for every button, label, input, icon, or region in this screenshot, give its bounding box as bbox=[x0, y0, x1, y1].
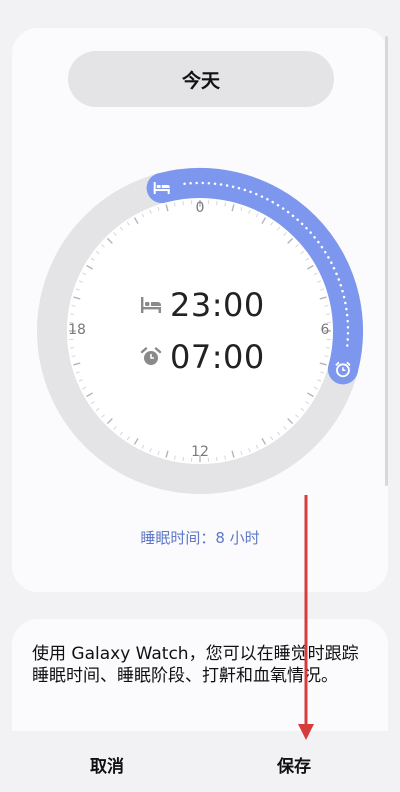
annotation-arrow bbox=[298, 495, 314, 740]
